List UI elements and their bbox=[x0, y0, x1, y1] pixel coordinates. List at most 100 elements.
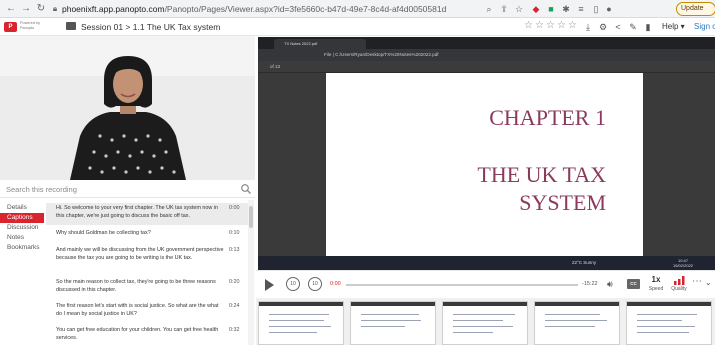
tab-details[interactable]: Details bbox=[0, 203, 44, 213]
pdf-address-bar: File | C:/Users/Ryan/Desktop/TX%20Notes%… bbox=[258, 49, 715, 61]
caption-time: 0:24 bbox=[229, 303, 240, 309]
seek-bar[interactable] bbox=[346, 284, 578, 286]
tab-notes[interactable]: Notes bbox=[0, 233, 44, 243]
caption-text: Why should Goldman be collecting tax? bbox=[56, 230, 151, 236]
lock-icon[interactable]: 🔒︎ bbox=[49, 3, 61, 15]
taskbar-date: 15/02/2022 bbox=[673, 263, 694, 268]
caption-row[interactable]: You can get free education for your chil… bbox=[46, 325, 248, 345]
folder-icon bbox=[66, 22, 76, 30]
powered-by: Powered by Panopto bbox=[20, 21, 40, 31]
captions-scroll-thumb[interactable] bbox=[249, 206, 253, 228]
rating-star-icon[interactable]: ☆ bbox=[546, 20, 555, 32]
more-icon[interactable]: ⋯ bbox=[692, 276, 702, 288]
bookmark-star-icon[interactable]: ☆ bbox=[513, 3, 525, 15]
caption-time: 0:00 bbox=[229, 205, 240, 211]
update-label: Update bbox=[681, 5, 704, 12]
cc-label: CC bbox=[630, 281, 637, 286]
stats-icon[interactable]: ▮ bbox=[642, 21, 654, 33]
current-time: 0:00 bbox=[330, 281, 341, 287]
presenter-video[interactable] bbox=[0, 36, 255, 180]
search-icon[interactable] bbox=[240, 183, 252, 195]
presenter-video-frame bbox=[0, 36, 255, 180]
tab-bookmarks[interactable]: Bookmarks bbox=[0, 243, 44, 253]
address-bar[interactable]: phoenixft.app.panopto.com/Panopto/Pages/… bbox=[62, 3, 446, 15]
quality-icon[interactable] bbox=[672, 275, 688, 285]
caption-text: So the main reason to collect tax, they'… bbox=[56, 279, 216, 293]
tab-discussion[interactable]: Discussion bbox=[0, 223, 44, 233]
edit-icon[interactable]: ✎ bbox=[627, 21, 639, 33]
profile-icon[interactable]: ● bbox=[603, 3, 615, 15]
sign-out-link[interactable]: Sign ou bbox=[694, 21, 715, 33]
caption-row[interactable]: And mainly we will be discussing from th… bbox=[46, 245, 248, 275]
remaining-time: -15:22 bbox=[582, 281, 598, 287]
thumbnail[interactable] bbox=[258, 301, 344, 345]
captions-list: Hi. So welcome to your very first chapte… bbox=[46, 203, 248, 345]
volume-icon[interactable]: 🔊︎ bbox=[607, 279, 613, 289]
caption-row[interactable]: Why should Goldman be collecting tax? 0:… bbox=[46, 228, 248, 242]
caption-time: 0:10 bbox=[229, 230, 240, 236]
sidepanel-icon[interactable]: ▯ bbox=[590, 3, 602, 15]
extension-icon[interactable]: ■ bbox=[545, 3, 557, 15]
thumbnail[interactable] bbox=[534, 301, 620, 345]
browser-toolbar: ← → ↻ 🔒︎ phoenixft.app.panopto.com/Panop… bbox=[0, 0, 715, 18]
caption-text: You can get free education for your chil… bbox=[56, 327, 219, 341]
chevron-down-icon[interactable]: ⌄ bbox=[705, 277, 712, 289]
slide-thumbnails bbox=[256, 298, 715, 345]
caption-row[interactable]: Hi. So welcome to your very first chapte… bbox=[46, 203, 248, 225]
pdf-url: File | C:/Users/Ryan/Desktop/TX%20Notes%… bbox=[324, 52, 439, 57]
fast-forward-icon[interactable]: 10 bbox=[308, 277, 322, 291]
pdf-page: CHAPTER 1 THE UK TAX SYSTEM bbox=[326, 73, 643, 256]
pdf-toolbar: of 13 bbox=[258, 61, 715, 73]
speed-label: Speed bbox=[648, 286, 664, 292]
rating-star-icon[interactable]: ☆ bbox=[568, 20, 577, 32]
playlist-icon[interactable]: ≡ bbox=[575, 3, 587, 15]
thumbnail[interactable] bbox=[350, 301, 436, 345]
play-icon[interactable] bbox=[265, 279, 274, 291]
pdf-tab: TX Notes 2022.pdf bbox=[274, 39, 366, 49]
caption-text: And mainly we will be discussing from th… bbox=[56, 247, 224, 261]
forward-icon[interactable]: → bbox=[20, 3, 32, 15]
update-button[interactable]: Update bbox=[676, 2, 715, 16]
pdf-viewport: CHAPTER 1 THE UK TAX SYSTEM bbox=[258, 73, 715, 256]
tab-captions[interactable]: Captions bbox=[0, 213, 44, 223]
back-icon[interactable]: ← bbox=[5, 3, 17, 15]
reload-icon[interactable]: ↻ bbox=[35, 3, 47, 15]
url-host: phoenixft.app.panopto.com bbox=[62, 4, 165, 14]
logo-letter: P bbox=[8, 24, 13, 30]
puzzle-icon[interactable]: ✱ bbox=[560, 3, 572, 15]
playback-controls: 10 10 0:00 -15:22 🔊︎ CC 1x Speed Quality… bbox=[256, 270, 715, 298]
breadcrumb[interactable]: Session 01 > 1.1 The UK Tax system bbox=[81, 21, 220, 33]
side-tabs: Details Captions Discussion Notes Bookma… bbox=[0, 200, 44, 345]
panopto-logo[interactable]: P bbox=[4, 22, 17, 32]
gear-icon[interactable]: ⚙ bbox=[597, 21, 609, 33]
rewind-icon[interactable]: 10 bbox=[286, 277, 300, 291]
caption-time: 0:32 bbox=[229, 327, 240, 333]
caption-text: The first reason let's start with is soc… bbox=[56, 303, 219, 317]
rating-star-icon[interactable]: ☆ bbox=[535, 20, 544, 32]
viewer-header: P Powered by Panopto Session 01 > 1.1 Th… bbox=[0, 18, 715, 36]
download-icon[interactable]: ⤓ bbox=[582, 21, 594, 33]
zoom-icon[interactable]: ⌕ bbox=[483, 3, 495, 15]
rating-star-icon[interactable]: ☆ bbox=[557, 20, 566, 32]
extension-icon[interactable]: ◆ bbox=[530, 3, 542, 15]
search-input[interactable] bbox=[6, 183, 231, 196]
thumbnail[interactable] bbox=[626, 301, 712, 345]
pdf-page-indicator: of 13 bbox=[270, 64, 281, 69]
caption-text: Hi. So welcome to your very first chapte… bbox=[56, 205, 218, 219]
thumbnail[interactable] bbox=[442, 301, 528, 345]
chapter-title: CHAPTER 1 bbox=[489, 105, 606, 130]
share-icon[interactable]: < bbox=[612, 21, 624, 33]
caption-time: 0:13 bbox=[229, 247, 240, 253]
search-bar bbox=[0, 180, 255, 198]
speed-button[interactable]: 1x bbox=[648, 275, 664, 285]
cc-button[interactable]: CC bbox=[627, 279, 640, 289]
caption-time: 0:20 bbox=[229, 279, 240, 285]
share-icon[interactable]: ⇪ bbox=[498, 3, 510, 15]
rating-star-icon[interactable]: ☆ bbox=[524, 20, 533, 32]
taskbar-clock: 10:47 15/02/2022 bbox=[673, 258, 693, 268]
url-path: /Panopto/Pages/Viewer.aspx?id=3fe5660c-b… bbox=[164, 4, 447, 14]
help-menu[interactable]: Help ▾ bbox=[662, 21, 685, 33]
caption-row[interactable]: The first reason let's start with is soc… bbox=[46, 301, 248, 323]
caption-row[interactable]: So the main reason to collect tax, they'… bbox=[46, 277, 248, 299]
screen-share-video[interactable]: TX Notes 2022.pdf File | C:/Users/Ryan/D… bbox=[258, 37, 715, 270]
